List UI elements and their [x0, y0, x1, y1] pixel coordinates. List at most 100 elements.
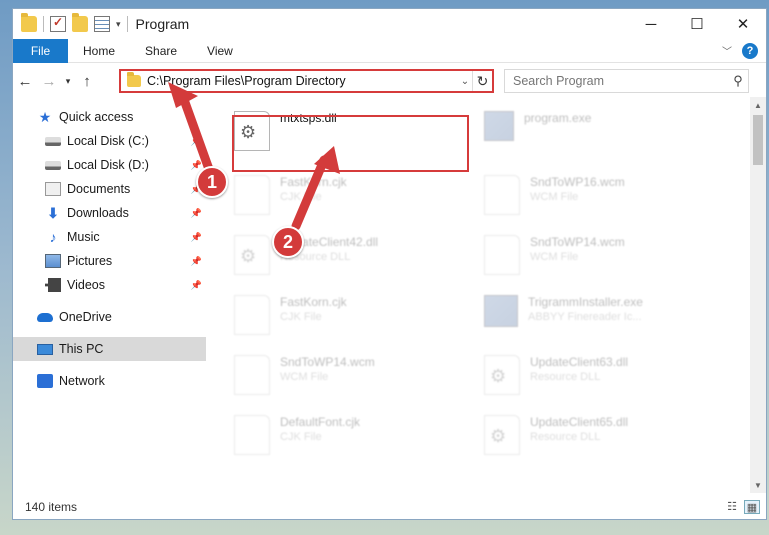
- pin-icon[interactable]: 📌: [191, 256, 202, 267]
- sidebar-item-label: Local Disk (C:): [67, 134, 149, 148]
- videos-icon: [45, 278, 61, 292]
- step-badge-1: 1: [196, 166, 228, 198]
- maximize-button[interactable]: ☐: [674, 9, 720, 39]
- address-bar[interactable]: C:\Program Files\Program Directory ⌄ ↻: [119, 69, 494, 93]
- file-name: DefaultFont.cjk: [280, 415, 361, 429]
- toolbar-separator: [43, 16, 44, 32]
- file-item[interactable]: SndToWP14.wcm WCM File: [234, 355, 375, 395]
- dll-file-icon: [484, 415, 520, 455]
- file-icon: [484, 235, 520, 275]
- file-item[interactable]: UpdateClient63.dll Resource DLL: [484, 355, 628, 395]
- folder-icon[interactable]: [21, 13, 37, 32]
- sidebar-item-label: Pictures: [67, 254, 113, 268]
- computer-icon: [37, 343, 53, 355]
- sidebar-item-pictures[interactable]: Pictures 📌: [13, 249, 206, 273]
- file-icon: [234, 355, 270, 395]
- dll-file-icon: [484, 355, 520, 395]
- properties-icon[interactable]: [94, 16, 110, 32]
- vertical-scrollbar[interactable]: ▲ ▼: [750, 97, 766, 493]
- sidebar-item-label: Local Disk (D:): [67, 158, 149, 172]
- file-name: FastKorn.cjk: [280, 175, 347, 189]
- customize-toolbar-dropdown-icon[interactable]: ▾: [116, 19, 121, 30]
- sidebar-item-local-disk-c[interactable]: Local Disk (C:) 📌: [13, 129, 206, 153]
- sidebar-item-label: This PC: [59, 342, 104, 356]
- forward-arrow-icon[interactable]: →: [37, 73, 61, 90]
- sidebar-item-network[interactable]: Network: [13, 369, 206, 393]
- file-item[interactable]: DefaultFont.cjk CJK File: [234, 415, 360, 455]
- sidebar-item-documents[interactable]: Documents 📌: [13, 177, 206, 201]
- file-type: Resource DLL: [530, 431, 601, 443]
- status-bar: 140 items ☷ ▦: [13, 495, 766, 519]
- search-input[interactable]: [505, 74, 728, 88]
- file-item[interactable]: program.exe: [484, 111, 591, 141]
- sidebar-item-label: Videos: [67, 278, 105, 292]
- pin-icon[interactable]: 📌: [191, 232, 202, 243]
- sidebar-item-label: Network: [59, 374, 105, 388]
- back-arrow-icon[interactable]: ←: [13, 73, 37, 90]
- minimize-button[interactable]: ─: [628, 9, 674, 39]
- new-folder-icon[interactable]: [72, 13, 88, 32]
- recent-locations-chevron-icon[interactable]: ▾: [61, 76, 75, 87]
- file-type: WCM File: [530, 251, 579, 263]
- sidebar-item-videos[interactable]: Videos 📌: [13, 273, 206, 297]
- tab-share[interactable]: Share: [130, 44, 192, 58]
- tab-view[interactable]: View: [192, 44, 248, 58]
- file-name: FastKorn.cjk: [280, 295, 347, 309]
- tab-file[interactable]: File: [13, 38, 68, 63]
- file-item[interactable]: SndToWP16.wcm WCM File: [484, 175, 625, 215]
- file-name: program.exe: [524, 111, 592, 125]
- view-switcher: ☷ ▦: [724, 500, 766, 514]
- pin-icon[interactable]: 📌: [191, 160, 202, 171]
- help-icon[interactable]: ?: [742, 42, 758, 59]
- file-item[interactable]: FastKorn.cjk CJK File: [234, 295, 347, 335]
- sidebar-item-downloads[interactable]: ⬇ Downloads 📌: [13, 201, 206, 225]
- scroll-up-icon[interactable]: ▲: [750, 97, 766, 113]
- file-icon: [484, 175, 520, 215]
- file-icon: [234, 175, 270, 215]
- scroll-thumb[interactable]: [753, 115, 763, 165]
- address-path[interactable]: C:\Program Files\Program Directory: [147, 74, 458, 88]
- navigation-bar: ← → ▾ ↑ C:\Program Files\Program Directo…: [13, 67, 766, 95]
- installer-file-icon: [484, 295, 518, 327]
- file-item[interactable]: UpdateClient65.dll Resource DLL: [484, 415, 628, 455]
- large-icons-view-icon[interactable]: ▦: [744, 500, 760, 514]
- pin-icon[interactable]: 📌: [191, 208, 202, 219]
- file-type: CJK File: [280, 311, 322, 323]
- file-list: mtxtsps.dll program.exe FastKorn.cjk CJK…: [212, 97, 750, 493]
- up-arrow-icon[interactable]: ↑: [75, 73, 99, 90]
- sidebar-item-music[interactable]: ♪ Music 📌: [13, 225, 206, 249]
- search-box[interactable]: ⚲: [504, 69, 749, 93]
- title-bar: ▾ Program ─ ☐ ✕: [13, 9, 766, 39]
- close-button[interactable]: ✕: [720, 9, 766, 39]
- tab-home[interactable]: Home: [68, 44, 130, 58]
- toolbar-separator: [126, 16, 128, 32]
- sidebar-item-quick-access[interactable]: ★ Quick access: [13, 105, 206, 129]
- file-item[interactable]: SndToWP14.wcm WCM File: [484, 235, 625, 275]
- explorer-window: ▾ Program ─ ☐ ✕ File Home Share View ﹀ ?…: [12, 8, 767, 520]
- documents-icon: [45, 182, 61, 196]
- address-dropdown-icon[interactable]: ⌄: [458, 76, 472, 87]
- file-type: WCM File: [530, 191, 579, 203]
- downloads-icon: ⬇: [47, 205, 59, 221]
- file-name: SndToWP16.wcm: [530, 175, 625, 189]
- ribbon-tabs: File Home Share View ﹀ ?: [13, 38, 766, 63]
- file-name: UpdateClient65.dll: [530, 415, 629, 429]
- refresh-icon[interactable]: ↻: [472, 71, 492, 91]
- network-icon: [37, 374, 53, 388]
- star-icon: ★: [38, 109, 52, 125]
- file-item[interactable]: FastKorn.cjk CJK File: [234, 175, 347, 215]
- details-view-icon[interactable]: ☷: [724, 500, 740, 514]
- file-item[interactable]: TrigrammInstaller.exe ABBYY Finereader I…: [484, 295, 643, 327]
- sidebar-item-label: Music: [67, 230, 100, 244]
- checkbox-icon[interactable]: [50, 15, 66, 32]
- file-item[interactable]: UpdateClient42.dll Resource DLL: [234, 235, 378, 275]
- search-icon[interactable]: ⚲: [728, 73, 748, 89]
- scroll-down-icon[interactable]: ▼: [750, 477, 766, 493]
- pin-icon[interactable]: 📌: [191, 136, 202, 147]
- music-icon: ♪: [49, 229, 57, 245]
- sidebar-item-onedrive[interactable]: OneDrive: [13, 305, 206, 329]
- sidebar-item-this-pc[interactable]: This PC: [13, 337, 206, 361]
- expand-ribbon-chevron-icon[interactable]: ﹀: [722, 43, 732, 58]
- pin-icon[interactable]: 📌: [191, 280, 202, 291]
- sidebar-item-local-disk-d[interactable]: Local Disk (D:) 📌: [13, 153, 206, 177]
